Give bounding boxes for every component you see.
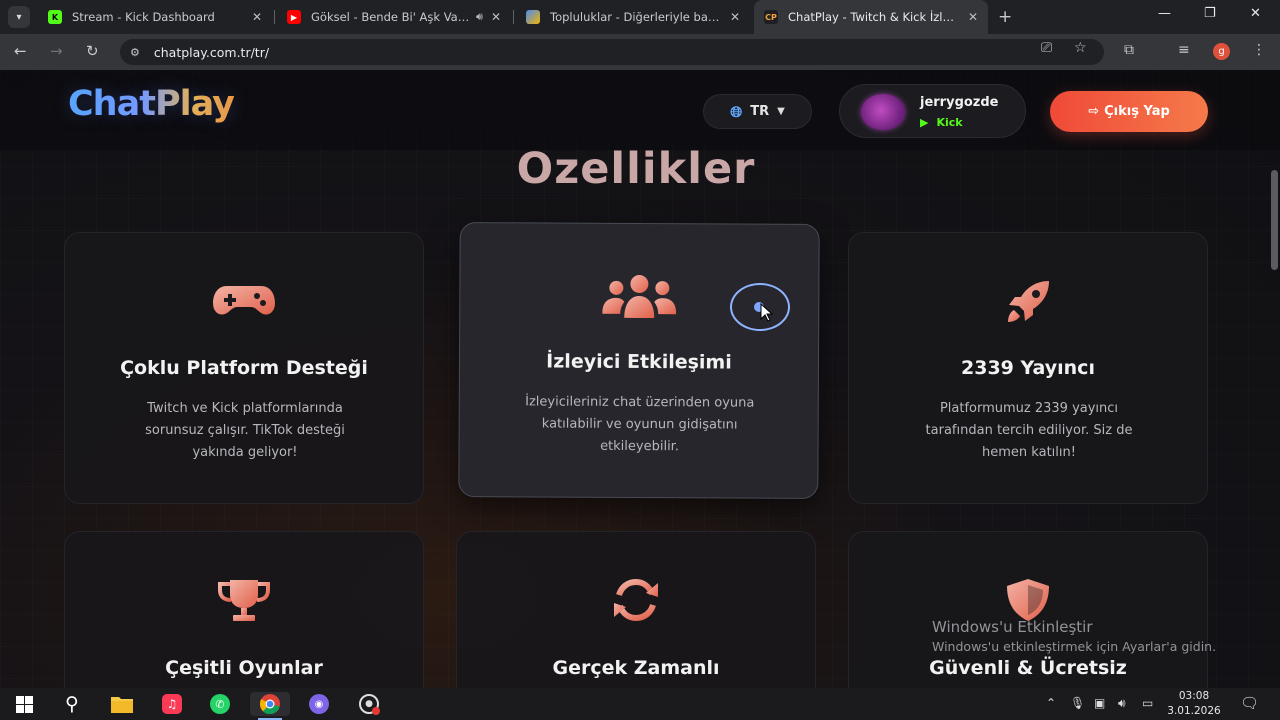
- tab-search-button[interactable]: ▾: [8, 6, 30, 28]
- play-icon: ▶: [920, 116, 929, 129]
- feature-card-multi-platform[interactable]: Çoklu Platform Desteği Twitch ve Kick pl…: [64, 232, 424, 504]
- windows-taskbar: ⚲ ♫ ✆ ◉ ● ⌃ 🎙︎ ▣ 🔊︎ ▭ 03:08 3.01.2026 🗨︎: [0, 688, 1280, 720]
- whatsapp-icon[interactable]: ✆: [208, 692, 232, 716]
- card-title: Çoklu Platform Desteği: [120, 357, 368, 379]
- kick-icon: K: [48, 10, 62, 24]
- search-icon[interactable]: ⚲: [60, 692, 84, 716]
- card-description: Twitch ve Kick platformlarında sorunsuz …: [145, 401, 345, 460]
- community-icon: [526, 10, 540, 24]
- site-info-icon[interactable]: ⚙: [130, 46, 140, 59]
- clock-date: 3.01.2026: [1167, 705, 1221, 717]
- tab-title: Göksel - Bende Bi' Aşk Var (: [311, 10, 470, 24]
- new-tab-icon[interactable]: +: [998, 7, 1012, 27]
- obs-recording-icon[interactable]: ●: [356, 692, 382, 716]
- logout-icon: ⇨: [1088, 104, 1100, 119]
- tab-title: Topluluklar - Diğerleriyle bağlan: [550, 10, 722, 24]
- bookmark-star-icon[interactable]: ☆: [1074, 40, 1087, 56]
- activation-watermark-subtitle: Windows'u etkinleştirmek için Ayarlar'a …: [932, 639, 1217, 654]
- minimize-icon[interactable]: —: [1158, 6, 1171, 21]
- chevron-down-icon: ▼: [777, 106, 785, 117]
- microphone-icon[interactable]: 🎙︎: [1070, 696, 1085, 710]
- section-title: Ozellikler: [516, 144, 756, 194]
- card-description: İzleyicileriniz chat üzerinden oyuna kat…: [525, 394, 755, 455]
- activation-watermark-title: Windows'u Etkinleştir: [932, 618, 1093, 636]
- feature-card-games[interactable]: Çeşitli Oyunlar: [64, 531, 424, 688]
- url-text[interactable]: chatplay.com.tr/tr/: [154, 45, 269, 60]
- install-app-icon[interactable]: ⎚: [1041, 40, 1052, 56]
- notifications-icon[interactable]: 🗨︎: [1240, 694, 1259, 712]
- close-tab-icon[interactable]: ✕: [730, 10, 740, 24]
- platform-badge: ▶ Kick: [920, 116, 963, 129]
- card-description: Platformumuz 2339 yayıncı tarafından ter…: [925, 401, 1133, 460]
- card-title: 2339 Yayıncı: [961, 357, 1095, 379]
- feature-card-secure-free[interactable]: Güvenli & Ücretsiz: [848, 531, 1208, 688]
- chatplay-logo[interactable]: ChatPlay: [68, 84, 235, 124]
- clock-time: 03:08: [1178, 690, 1210, 702]
- profile-avatar[interactable]: g: [1213, 43, 1230, 60]
- restore-icon[interactable]: ❐: [1204, 6, 1216, 21]
- card-title: Güvenli & Ücretsiz: [929, 657, 1127, 679]
- address-bar[interactable]: ⚙ chatplay.com.tr/tr/: [120, 39, 1104, 65]
- gamepad-icon: [65, 283, 423, 321]
- close-window-icon[interactable]: ✕: [1250, 6, 1261, 21]
- card-title: İzleyici Etkileşimi: [546, 350, 732, 374]
- reload-icon[interactable]: ↻: [86, 42, 99, 60]
- close-tab-icon[interactable]: ✕: [252, 10, 262, 24]
- discord-icon[interactable]: ◉: [306, 692, 332, 716]
- language-selector[interactable]: 🌐︎ TR ▼: [703, 94, 812, 129]
- card-title: Gerçek Zamanlı: [552, 657, 720, 679]
- logout-label: Çıkış Yap: [1104, 104, 1170, 119]
- forward-icon[interactable]: →: [50, 42, 63, 60]
- tab-separator: [274, 10, 275, 24]
- apple-music-icon[interactable]: ♫: [160, 692, 184, 716]
- display-icon[interactable]: ▣: [1094, 696, 1105, 710]
- tab-title: ChatPlay - Twitch & Kick İzleyici: [788, 10, 960, 24]
- windows-start-icon[interactable]: [12, 692, 36, 716]
- menu-kebab-icon[interactable]: ⋮: [1252, 42, 1266, 58]
- network-icon[interactable]: ▭: [1142, 696, 1153, 710]
- web-page: ChatPlay 🌐︎ TR ▼ jerrygozde ▶ Kick ⇨ Çık…: [0, 70, 1280, 688]
- chrome-icon[interactable]: [250, 692, 290, 716]
- trophy-icon: [65, 580, 423, 626]
- browser-tab-bar: ▾ K Stream - Kick Dashboard ✕ ▶ Göksel -…: [0, 0, 1280, 34]
- system-clock[interactable]: 03:08 3.01.2026: [1166, 689, 1222, 719]
- file-explorer-icon[interactable]: [110, 692, 134, 716]
- feature-card-viewer-interaction[interactable]: İzleyici Etkileşimi İzleyicileriniz chat…: [458, 222, 820, 499]
- sync-icon: [457, 578, 815, 626]
- media-control-icon[interactable]: ≡: [1178, 42, 1190, 58]
- tab-youtube-music[interactable]: ▶ Göksel - Bende Bi' Aşk Var ( 🔊︎ ✕: [277, 0, 511, 34]
- tab-kick-dashboard[interactable]: K Stream - Kick Dashboard ✕: [38, 0, 272, 34]
- mouse-cursor-icon: [760, 303, 773, 322]
- tab-chatplay[interactable]: CP ChatPlay - Twitch & Kick İzleyici ✕: [754, 0, 988, 34]
- globe-icon: 🌐︎: [730, 102, 743, 121]
- feature-card-streamers[interactable]: 2339 Yayıncı Platformumuz 2339 yayıncı t…: [848, 232, 1208, 504]
- rocket-icon: [849, 279, 1207, 329]
- language-code: TR: [750, 104, 770, 119]
- close-tab-icon[interactable]: ✕: [968, 10, 978, 24]
- username: jerrygozde: [920, 95, 999, 110]
- tab-communities[interactable]: Topluluklar - Diğerleriyle bağlan ✕: [516, 0, 750, 34]
- youtube-icon: ▶: [287, 10, 301, 24]
- tab-separator: [513, 10, 514, 24]
- tab-title: Stream - Kick Dashboard: [72, 10, 215, 24]
- close-tab-icon[interactable]: ✕: [491, 10, 501, 24]
- user-profile-pill[interactable]: jerrygozde ▶ Kick: [839, 84, 1026, 138]
- feature-card-realtime[interactable]: Gerçek Zamanlı: [456, 531, 816, 688]
- chatplay-favicon: CP: [764, 10, 778, 24]
- browser-toolbar: ← → ↻ ⚙ chatplay.com.tr/tr/ ⎚ ☆ ⧉ ≡ g ⋮: [0, 34, 1280, 70]
- avatar: [861, 94, 905, 130]
- audio-playing-icon[interactable]: 🔊︎: [476, 10, 483, 24]
- scrollbar-thumb[interactable]: [1271, 170, 1278, 270]
- back-icon[interactable]: ←: [14, 42, 27, 60]
- logout-button[interactable]: ⇨ Çıkış Yap: [1050, 91, 1208, 132]
- extensions-icon[interactable]: ⧉: [1124, 42, 1134, 58]
- card-title: Çeşitli Oyunlar: [165, 657, 323, 679]
- tray-expand-icon[interactable]: ⌃: [1046, 696, 1056, 710]
- platform-label: Kick: [936, 116, 963, 129]
- volume-icon[interactable]: 🔊︎: [1118, 696, 1126, 711]
